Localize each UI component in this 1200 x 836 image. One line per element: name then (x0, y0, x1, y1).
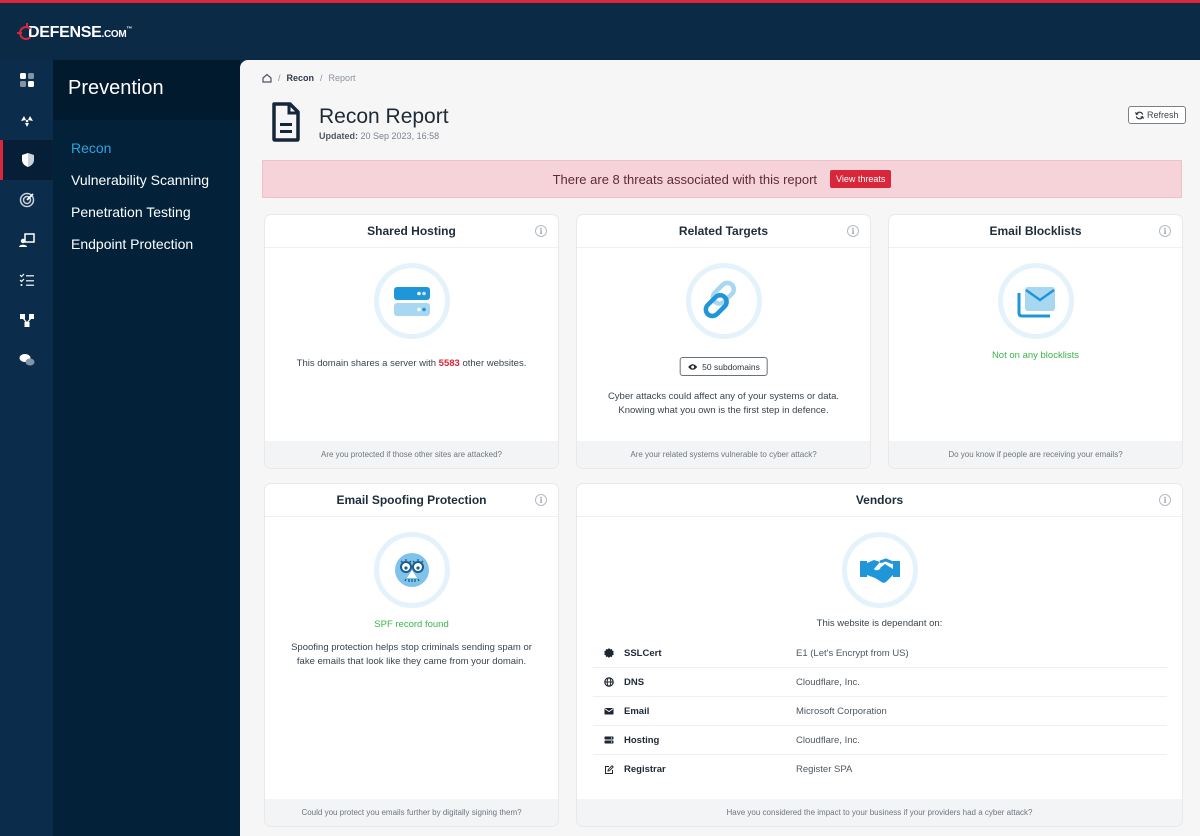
vendors-table: SSLCert E1 (Let's Encrypt from US) DNS C… (593, 639, 1167, 784)
shared-hosting-card: Shared Hosting i This domain shares a ser… (265, 215, 558, 468)
card-footer: Do you know if people are receiving your… (889, 441, 1182, 468)
vendor-row-sslcert: SSLCert E1 (Let's Encrypt from US) (593, 639, 1167, 668)
info-icon[interactable]: i (1159, 494, 1171, 506)
rail-item-threats[interactable] (0, 100, 53, 140)
envelope-icon (1017, 287, 1055, 318)
updated-timestamp: Updated: 20 Sep 2023, 16:58 (319, 131, 440, 141)
spf-status: SPF record found (374, 619, 449, 630)
shared-sites-count: 5583 (438, 358, 460, 369)
edit-icon (604, 764, 614, 774)
radar-icon (19, 192, 34, 208)
rail-item-support[interactable] (0, 340, 53, 380)
email-spoofing-card: Email Spoofing Protection i SPF record fo… (265, 484, 558, 826)
icon-rail (0, 60, 53, 836)
hero-badge (685, 263, 762, 339)
subdomains-button[interactable]: 50 subdomains (679, 357, 768, 376)
info-icon[interactable]: i (1159, 225, 1171, 237)
alert-text: There are 8 threats associated with this… (552, 171, 818, 187)
card-title: Related Targets i (577, 215, 870, 248)
breadcrumb-separator: / (320, 73, 323, 83)
related-targets-card: Related Targets i 50 subdomains Cyber att… (577, 215, 870, 468)
breadcrumb-recon[interactable]: Recon (287, 73, 315, 83)
home-icon[interactable] (262, 73, 272, 83)
card-title: Email Blocklists i (889, 215, 1182, 248)
brand-name: DEFENSE.COM™ (28, 24, 133, 41)
vendor-row-registrar: Registrar Register SPA (593, 755, 1167, 784)
spoofing-text: Spoofing protection helps stop criminals… (291, 642, 532, 667)
certificate-icon (603, 648, 614, 658)
card-footer: Have you considered the impact to your b… (577, 799, 1182, 826)
rail-item-compliance[interactable] (0, 260, 53, 300)
server-icon (604, 736, 613, 744)
dashboard-icon (19, 73, 34, 87)
rail-item-network[interactable] (0, 300, 53, 340)
crosshair-logo-icon (17, 23, 36, 42)
breadcrumb-report: Report (328, 73, 356, 83)
subnav-item-vulnerability-scanning[interactable]: Vulnerability Scanning (53, 170, 240, 202)
breadcrumb-separator: / (278, 73, 281, 83)
hero-badge (841, 532, 918, 608)
brand-logo[interactable]: DEFENSE.COM™ (17, 23, 133, 42)
vendor-row-email: Email Microsoft Corporation (593, 697, 1167, 726)
view-threats-button[interactable]: View threats (830, 170, 892, 188)
hero-badge (997, 263, 1074, 339)
refresh-label: Refresh (1147, 110, 1179, 120)
card-footer: Could you protect you emails further by … (265, 799, 558, 826)
threats-alert: There are 8 threats associated with this… (262, 160, 1182, 198)
info-icon[interactable]: i (535, 225, 547, 237)
vendors-intro: This website is dependant on: (816, 618, 943, 629)
rail-item-training[interactable] (0, 220, 53, 260)
radiation-icon (20, 116, 33, 127)
vendors-card: Vendors i This website is dependant on: S… (577, 484, 1182, 826)
section-title: Prevention (53, 60, 240, 120)
checklist-icon (19, 273, 34, 286)
breadcrumb: / Recon / Report (262, 73, 356, 83)
shared-hosting-text: This domain shares a server with 5583 ot… (296, 358, 527, 369)
document-icon (272, 102, 300, 142)
eye-icon (687, 363, 697, 370)
hero-badge (373, 532, 450, 608)
related-targets-text: Cyber attacks could affect any of your s… (607, 391, 840, 416)
training-icon (18, 233, 35, 247)
email-blocklists-card: Email Blocklists i Not on any blocklists … (889, 215, 1182, 468)
disguise-glasses-icon (394, 553, 429, 587)
refresh-icon (1135, 111, 1144, 119)
card-title: Vendors i (577, 484, 1182, 517)
server-icon (393, 287, 430, 316)
hero-badge (373, 263, 450, 339)
top-bar: DEFENSE.COM™ (0, 0, 1200, 60)
rail-item-dashboard[interactable] (0, 60, 53, 100)
envelope-icon (604, 708, 613, 715)
rail-item-detection[interactable] (0, 180, 53, 220)
vendor-row-dns: DNS Cloudflare, Inc. (593, 668, 1167, 697)
subnav-item-recon[interactable]: Recon (53, 138, 240, 170)
info-icon[interactable]: i (847, 225, 859, 237)
info-icon[interactable]: i (535, 494, 547, 506)
shield-icon (22, 153, 34, 167)
card-title: Shared Hosting i (265, 215, 558, 248)
main-content: / Recon / Report Recon Report Updated: 2… (240, 60, 1200, 836)
section-sidebar: Prevention Recon Vulnerability Scanning … (53, 60, 240, 836)
refresh-button[interactable]: Refresh (1128, 106, 1186, 124)
card-title: Email Spoofing Protection i (265, 484, 558, 517)
chat-icon (19, 354, 34, 366)
link-icon (703, 280, 736, 319)
globe-icon (603, 677, 614, 687)
subnav-item-endpoint-protection[interactable]: Endpoint Protection (53, 234, 240, 266)
handshake-icon (859, 558, 900, 583)
rail-item-prevention[interactable] (0, 140, 53, 180)
blocklist-status: Not on any blocklists (991, 350, 1080, 361)
page-title: Recon Report (319, 105, 449, 128)
network-icon (19, 314, 34, 327)
vendor-row-hosting: Hosting Cloudflare, Inc. (593, 726, 1167, 755)
card-footer: Are you protected if those other sites a… (265, 441, 558, 468)
subnav-item-penetration-testing[interactable]: Penetration Testing (53, 202, 240, 234)
card-footer: Are your related systems vulnerable to c… (577, 441, 870, 468)
